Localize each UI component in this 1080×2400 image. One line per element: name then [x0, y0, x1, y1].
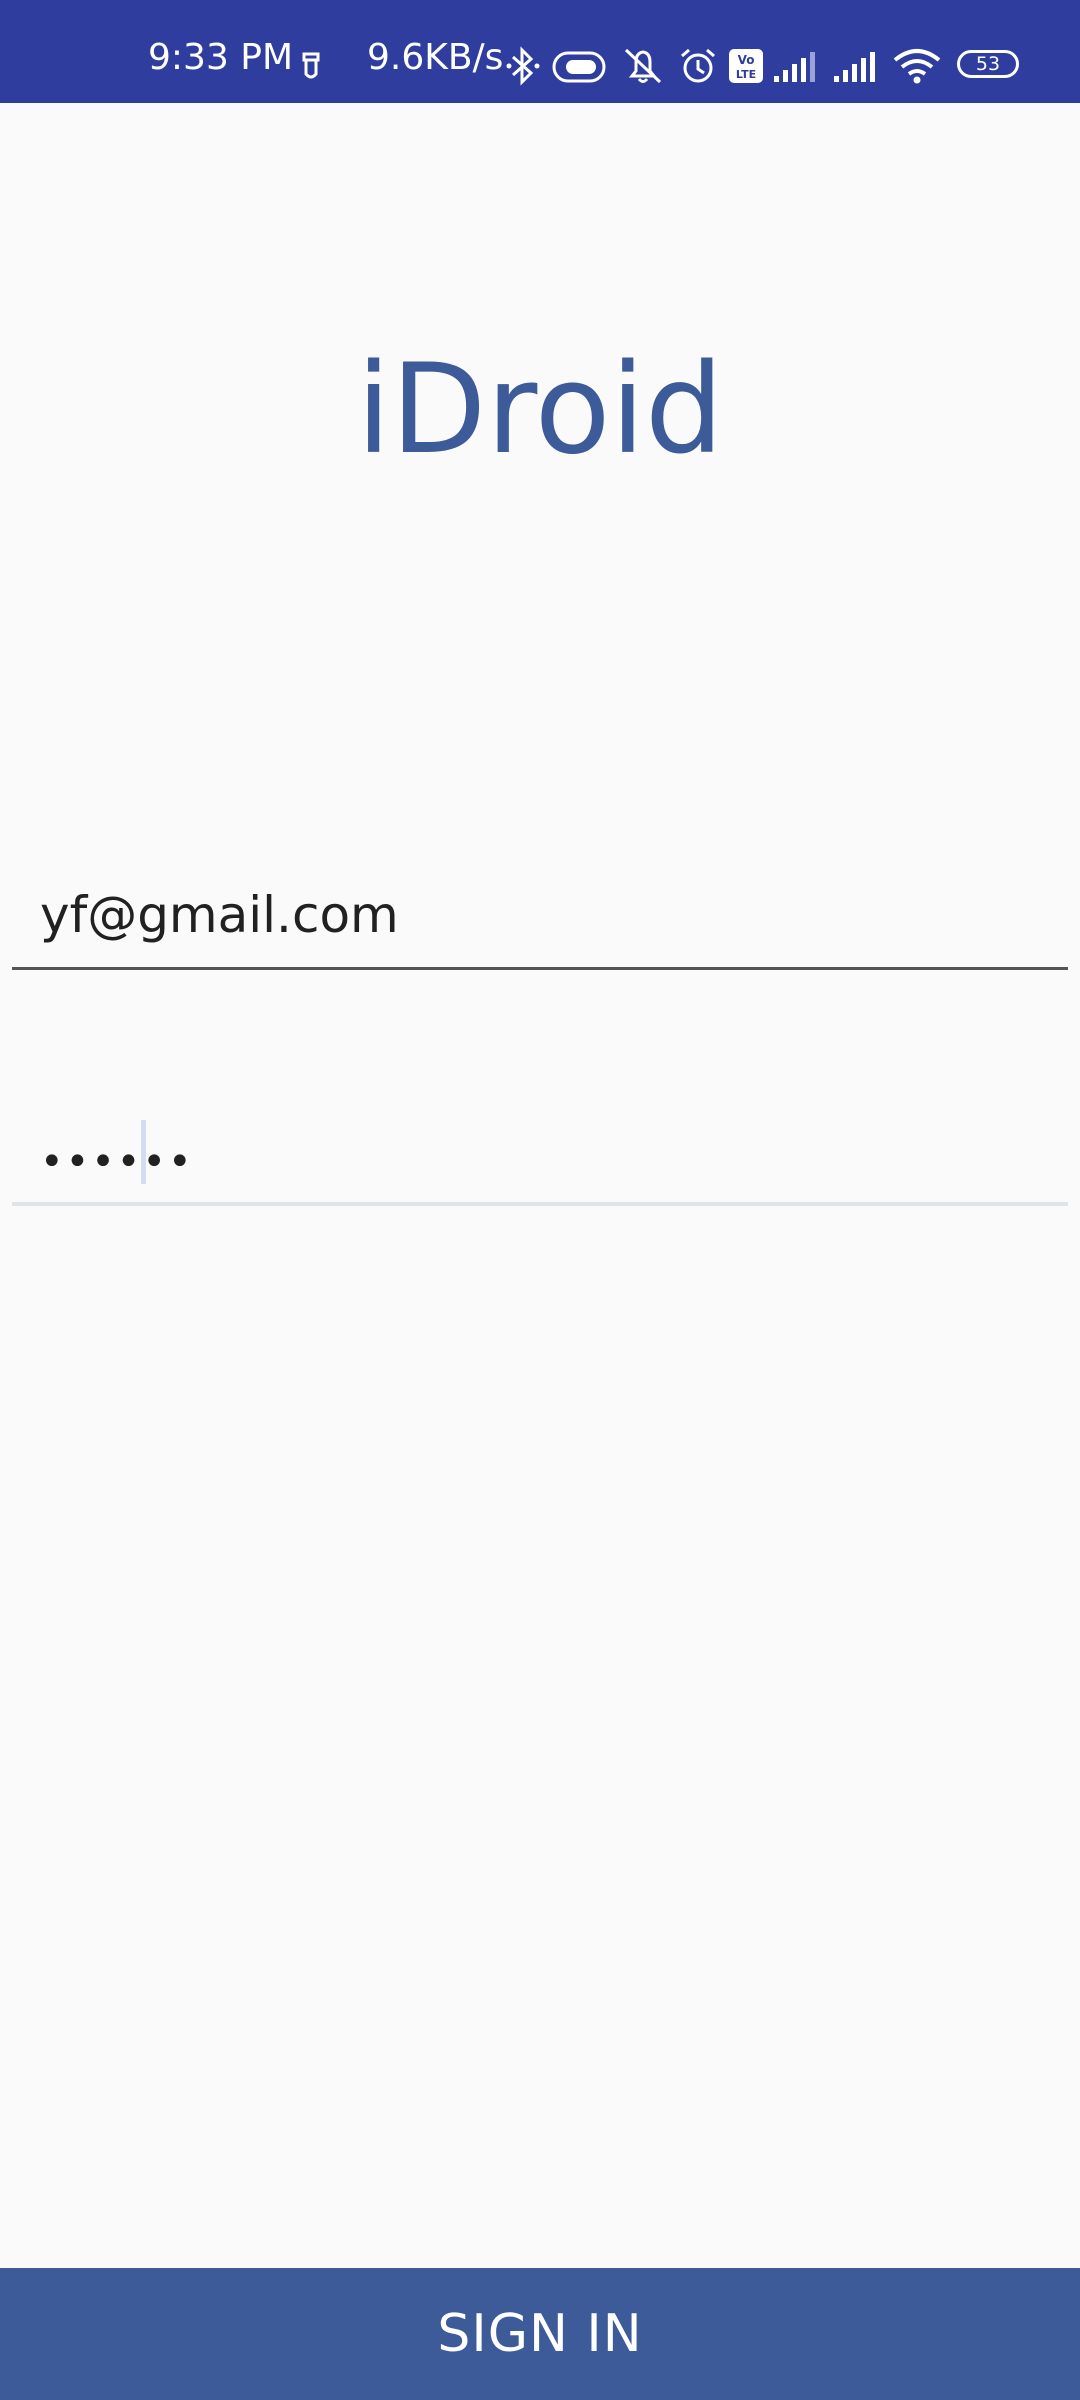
email-field[interactable]: yf@gmail.com — [12, 860, 1068, 970]
battery-level: 53 — [975, 53, 1001, 75]
sim-icon — [302, 52, 320, 79]
password-value: •••••• — [40, 1139, 194, 1185]
login-screen: 9:33 PM 9.6KB/s Vo LTE 53 iDroid yf@gmai… — [0, 0, 1080, 2400]
toggle-icon — [552, 51, 606, 83]
svg-text:Vo: Vo — [738, 53, 755, 67]
status-bar: 9:33 PM 9.6KB/s Vo LTE 53 — [0, 0, 1080, 103]
text-cursor — [141, 1120, 146, 1184]
signal-icon — [774, 52, 815, 82]
volte-icon: Vo LTE — [729, 49, 763, 83]
battery-icon: 53 — [957, 50, 1019, 78]
wifi-icon — [893, 49, 941, 84]
alarm-icon — [681, 48, 715, 83]
signal-icon — [834, 52, 875, 82]
network-speed: 9.6KB/s — [367, 37, 504, 78]
sign-in-button[interactable]: SIGN IN — [0, 2268, 1080, 2400]
bluetooth-icon — [506, 46, 540, 86]
app-title: iDroid — [356, 338, 724, 482]
email-value: yf@gmail.com — [40, 886, 399, 944]
mute-icon — [624, 48, 662, 84]
status-time: 9:33 PM — [148, 37, 294, 78]
password-field[interactable]: •••••• — [12, 1096, 1068, 1206]
svg-text:LTE: LTE — [736, 68, 756, 81]
